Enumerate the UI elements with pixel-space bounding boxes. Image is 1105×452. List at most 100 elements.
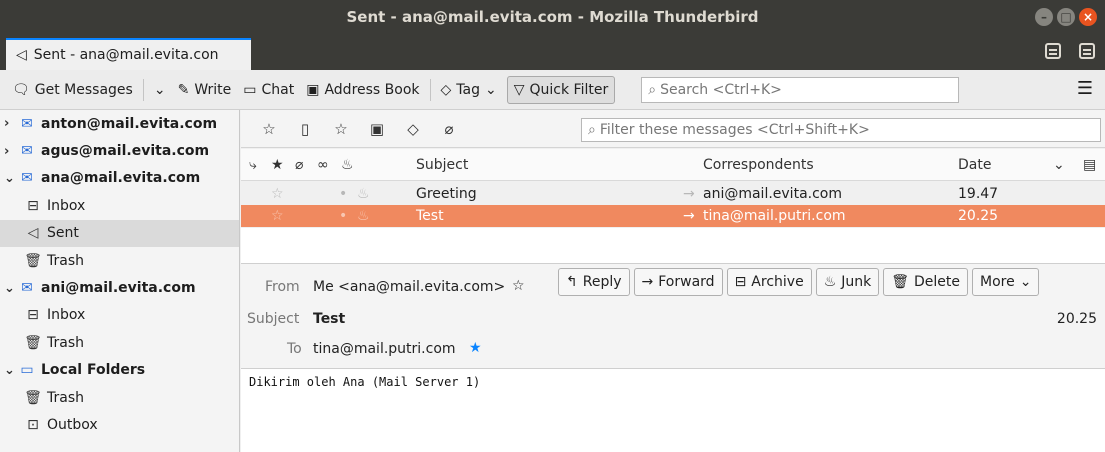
star-contact-icon[interactable]: ☆: [512, 278, 525, 294]
tab-label: Sent - ana@mail.evita.con: [33, 47, 219, 63]
column-picker-icon[interactable]: ▤: [1083, 157, 1096, 173]
folder-ani-trash[interactable]: 🗑 Trash: [0, 329, 239, 356]
sort-chevron-icon[interactable]: ⌄: [1053, 157, 1065, 173]
local-folders[interactable]: ⌄ ▭ Local Folders: [0, 357, 239, 384]
starred-filter-icon[interactable]: ☆: [323, 120, 359, 138]
folder-local-trash[interactable]: 🗑 Trash: [0, 384, 239, 411]
more-button[interactable]: More ⌄: [972, 268, 1040, 296]
junk-column-icon[interactable]: ♨: [341, 157, 354, 173]
calendar-icon[interactable]: [1045, 43, 1061, 59]
chat-button[interactable]: ▭ Chat: [237, 76, 300, 104]
contact-filter-icon[interactable]: ▣: [359, 120, 395, 138]
write-label: Write: [194, 81, 232, 98]
write-button[interactable]: ✎ Write: [172, 76, 238, 104]
address-book-button[interactable]: ▣ Address Book: [300, 76, 425, 104]
read-dot-icon[interactable]: •: [339, 186, 347, 202]
divider: [142, 78, 144, 101]
minimize-button[interactable]: –: [1035, 8, 1053, 26]
star-column-icon[interactable]: ★: [271, 157, 284, 173]
threads-icon[interactable]: ▯: [287, 120, 323, 138]
message-row-selected[interactable]: ☆ • ♨ Test → tina@mail.putri.com 20.25: [241, 205, 1105, 227]
envelope-icon: ✉: [21, 280, 33, 297]
delete-button[interactable]: 🗑 Delete: [883, 268, 969, 296]
account-ani[interactable]: ⌄ ✉ ani@mail.evita.com: [0, 274, 239, 301]
folder-label: Sent: [47, 225, 79, 242]
column-date[interactable]: Date: [958, 157, 991, 173]
message-subject: Test: [416, 208, 444, 224]
account-anton[interactable]: › ✉ anton@mail.evita.com: [0, 110, 239, 137]
sent-icon: ◁: [16, 47, 27, 63]
column-subject[interactable]: Subject: [416, 157, 468, 173]
to-value[interactable]: tina@mail.putri.com: [313, 341, 456, 357]
message-correspondent: ani@mail.evita.com: [703, 186, 842, 202]
folder-ana-trash[interactable]: 🗑 Trash: [0, 247, 239, 274]
window-controls: – □ ×: [1035, 8, 1097, 26]
attachment-column-icon[interactable]: ⌀: [295, 157, 303, 173]
address-book-label: Address Book: [324, 81, 420, 98]
filter-icon: ▽: [513, 81, 525, 98]
filter-messages-input[interactable]: ⌕ Filter these messages <Ctrl+Shift+K>: [581, 118, 1101, 142]
account-label: agus@mail.evita.com: [41, 143, 210, 160]
trash-icon: 🗑: [24, 389, 42, 406]
folder-ana-sent[interactable]: ◁ Sent: [0, 219, 239, 247]
outbox-icon: ⊡: [27, 416, 39, 433]
chevron-right-icon[interactable]: ›: [4, 116, 18, 131]
filter-placeholder: Filter these messages <Ctrl+Shift+K>: [599, 122, 870, 138]
junk-icon[interactable]: ♨: [357, 186, 370, 202]
message-row[interactable]: ☆ • ♨ Greeting → ani@mail.evita.com 19.4…: [241, 183, 1105, 205]
tab-bar: ◁ Sent - ana@mail.evita.con: [0, 34, 1105, 70]
star-icon[interactable]: ☆: [271, 208, 284, 224]
window-title: Sent - ana@mail.evita.com - Mozilla Thun…: [346, 8, 759, 26]
forward-button[interactable]: → Forward: [633, 268, 723, 296]
junk-icon[interactable]: ♨: [357, 208, 370, 224]
search-icon: ⌕: [588, 122, 596, 138]
folder-label: Trash: [47, 252, 84, 269]
search-input[interactable]: ⌕ Search <Ctrl+K>: [641, 76, 960, 103]
starred-contact-icon[interactable]: ★: [469, 340, 482, 356]
chevron-down-icon[interactable]: ⌄: [4, 171, 18, 186]
tab-sent[interactable]: ◁ Sent - ana@mail.evita.con: [6, 38, 251, 70]
folder-ani-inbox[interactable]: ⊟ Inbox: [0, 302, 239, 329]
archive-icon: ⊟: [734, 274, 747, 290]
read-dot-icon[interactable]: •: [339, 208, 347, 224]
close-button[interactable]: ×: [1079, 8, 1097, 26]
folder-ana-inbox[interactable]: ⊟ Inbox: [0, 192, 239, 219]
thread-column-icon[interactable]: ⤷: [249, 157, 257, 173]
account-agus[interactable]: › ✉ agus@mail.evita.com: [0, 137, 239, 164]
local-folders-label: Local Folders: [41, 362, 146, 379]
tag-filter-icon[interactable]: ◇: [395, 120, 431, 138]
from-value[interactable]: Me <ana@mail.evita.com>: [313, 279, 505, 295]
get-messages-button[interactable]: 🗨 Get Messages: [6, 76, 139, 104]
star-icon[interactable]: ☆: [271, 186, 284, 202]
archive-button[interactable]: ⊟ Archive: [726, 268, 812, 296]
get-messages-dropdown[interactable]: ⌄: [148, 76, 172, 104]
tag-button[interactable]: ◇ Tag ⌄: [435, 76, 503, 104]
account-ana[interactable]: ⌄ ✉ ana@mail.evita.com: [0, 165, 239, 192]
reply-button[interactable]: ↰ Reply: [558, 268, 630, 296]
folder-icon: ▭: [20, 362, 34, 379]
attachment-filter-icon[interactable]: ⌀: [431, 120, 467, 138]
folder-label: Inbox: [47, 307, 86, 324]
trash-icon: 🗑: [24, 252, 42, 269]
from-label: From: [265, 279, 300, 295]
chevron-down-icon: ⌄: [485, 81, 497, 98]
sent-icon: ◁: [27, 225, 39, 242]
chevron-right-icon[interactable]: ›: [4, 144, 18, 159]
subject-value: Test: [313, 311, 346, 327]
message-date: 20.25: [958, 208, 999, 224]
hamburger-menu-icon[interactable]: ☰: [1077, 80, 1093, 98]
forward-label: Forward: [658, 274, 715, 290]
maximize-button[interactable]: □: [1057, 8, 1075, 26]
read-column-icon[interactable]: ∞: [317, 157, 329, 173]
quick-filter-button[interactable]: ▽ Quick Filter: [506, 75, 616, 104]
thread-toolbar: ☆ ▯ ☆ ▣ ◇ ⌀ ⌕ Filter these messages <Ctr…: [241, 110, 1105, 148]
unread-filter-icon[interactable]: ☆: [251, 120, 287, 138]
column-correspondents[interactable]: Correspondents: [703, 157, 814, 173]
delete-label: Delete: [914, 274, 961, 290]
junk-button[interactable]: ♨ Junk: [815, 268, 880, 296]
chevron-down-icon[interactable]: ⌄: [4, 363, 18, 378]
message-date: 19.47: [958, 186, 999, 202]
folder-local-outbox[interactable]: ⊡ Outbox: [0, 411, 239, 438]
chevron-down-icon[interactable]: ⌄: [4, 281, 18, 296]
tasks-icon[interactable]: [1079, 43, 1095, 59]
